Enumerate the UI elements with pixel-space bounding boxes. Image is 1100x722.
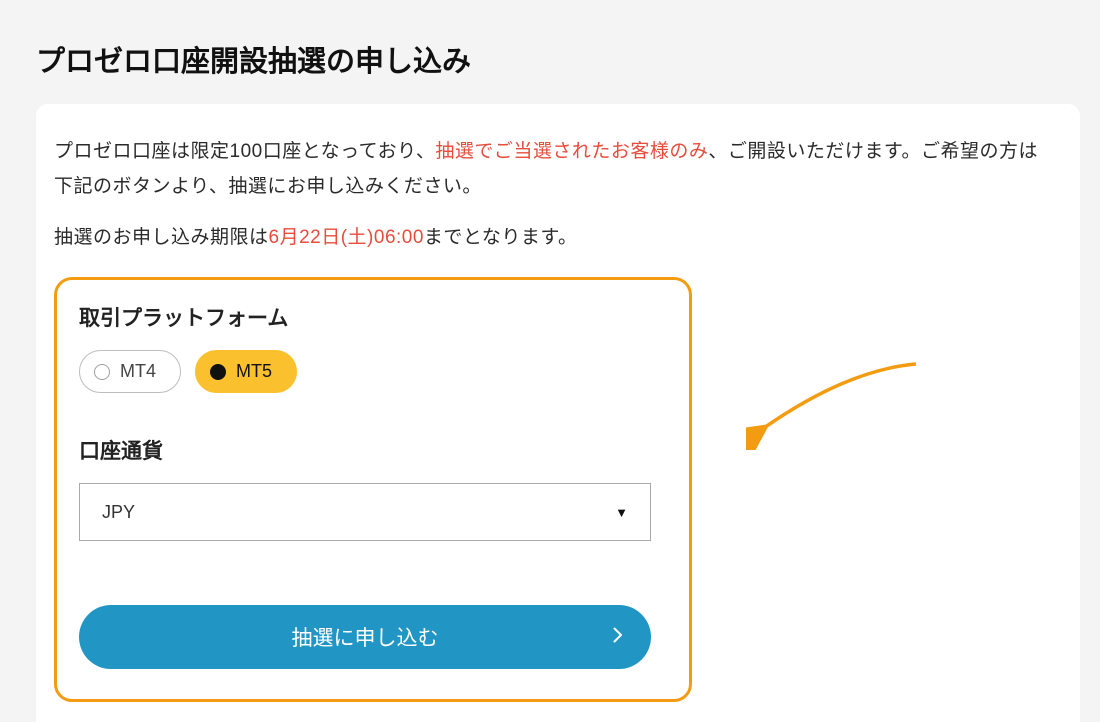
deadline-suffix: までとなります。 (424, 227, 578, 248)
page-title: プロゼロ口座開設抽選の申し込み (0, 0, 1100, 104)
deadline-text: 抽選のお申し込み期限は6月22日(土)06:00までとなります。 (54, 222, 1056, 249)
radio-circle-icon (94, 364, 110, 380)
platform-label: 取引プラットフォーム (79, 302, 667, 332)
submit-button-label: 抽選に申し込む (292, 622, 439, 652)
desc-part1: プロゼロ口座は限定100口座となっており、 (54, 141, 435, 162)
currency-selected-value: JPY (102, 502, 135, 523)
application-form: 取引プラットフォーム MT4 MT5 口座通貨 JPY ▼ 抽選に申し込む (54, 277, 692, 702)
description-text: プロゼロ口座は限定100口座となっており、抽選でご当選されたお客様のみ、ご開設い… (54, 134, 1056, 204)
platform-radio-group: MT4 MT5 (79, 350, 667, 393)
desc-highlight: 抽選でご当選されたお客様のみ (435, 141, 708, 162)
deadline-date: 6月22日(土)06:00 (269, 227, 424, 248)
chevron-down-icon: ▼ (615, 505, 628, 520)
radio-mt4-label: MT4 (120, 361, 156, 382)
currency-select[interactable]: JPY ▼ (79, 483, 651, 541)
radio-mt4[interactable]: MT4 (79, 350, 181, 393)
deadline-prefix: 抽選のお申し込み期限は (54, 227, 269, 248)
submit-button[interactable]: 抽選に申し込む (79, 605, 651, 669)
content-card: プロゼロ口座は限定100口座となっており、抽選でご当選されたお客様のみ、ご開設い… (36, 104, 1080, 722)
radio-dot-icon (210, 364, 226, 380)
radio-mt5-label: MT5 (236, 361, 272, 382)
page-container: プロゼロ口座開設抽選の申し込み プロゼロ口座は限定100口座となっており、抽選で… (0, 0, 1100, 722)
chevron-right-icon (613, 625, 623, 649)
annotation-arrow-icon (746, 350, 926, 450)
currency-label: 口座通貨 (79, 435, 667, 465)
radio-mt5[interactable]: MT5 (195, 350, 297, 393)
